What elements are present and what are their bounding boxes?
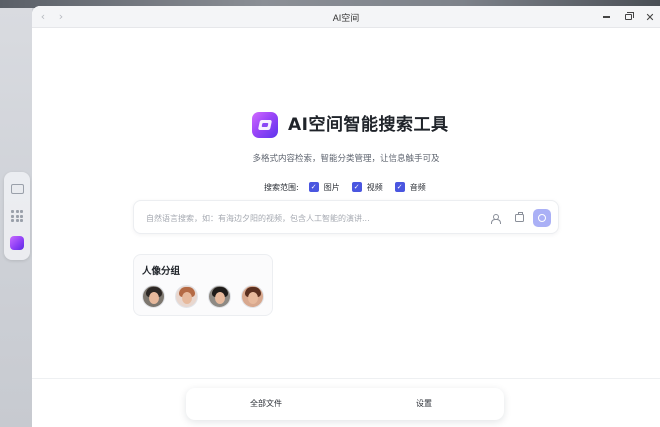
dock-item-launcher[interactable] — [9, 208, 25, 224]
titlebar: ‹ › AI空间 ✕ — [32, 6, 660, 28]
person-search-button[interactable] — [486, 209, 504, 227]
settings-button[interactable]: 设置 — [384, 388, 464, 420]
avatar[interactable] — [208, 285, 231, 308]
library-icon — [514, 212, 524, 222]
search-button[interactable] — [533, 209, 551, 227]
search-input[interactable] — [146, 209, 476, 227]
close-button[interactable]: ✕ — [642, 9, 658, 25]
app-logo — [252, 112, 278, 138]
dock-item-desktop[interactable] — [9, 181, 25, 197]
search-scope: 搜索范围: ✓ 图片 ✓ 视频 ✓ 音频 — [264, 180, 438, 194]
library-button[interactable] — [510, 209, 528, 227]
person-icon — [491, 213, 501, 224]
scope-option-label: 视频 — [366, 182, 383, 192]
scope-option-label: 音频 — [409, 182, 426, 192]
avatar[interactable] — [175, 285, 198, 308]
checkbox-checked-icon[interactable]: ✓ — [308, 182, 319, 192]
window-title: AI空间 — [332, 13, 360, 23]
minimize-icon — [602, 16, 610, 18]
bottom-nav: 全部文件 设置 — [186, 388, 504, 420]
avatar[interactable] — [142, 285, 165, 308]
restore-icon — [624, 12, 634, 20]
grid-icon — [11, 210, 23, 222]
ai-space-app-icon — [10, 236, 24, 250]
dock — [4, 172, 30, 260]
checkbox-checked-icon[interactable]: ✓ — [394, 182, 405, 192]
search-icon — [538, 214, 546, 222]
scope-option-image[interactable]: ✓ 图片 — [308, 182, 340, 193]
dock-item-ai-space[interactable] — [9, 235, 25, 251]
app-window: ‹ › AI空间 ✕ AI空间智能搜索工具 多格式内容检索，智能分类管理，让信息… — [32, 6, 660, 427]
avatar[interactable] — [241, 285, 264, 308]
scope-option-audio[interactable]: ✓ 音频 — [394, 182, 426, 193]
monitor-icon — [10, 184, 24, 194]
scope-option-video[interactable]: ✓ 视频 — [351, 182, 383, 193]
close-icon: ✕ — [645, 10, 655, 24]
checkbox-checked-icon[interactable]: ✓ — [351, 182, 362, 192]
logo-icon — [257, 120, 273, 130]
search-box — [133, 200, 559, 234]
minimize-button[interactable] — [598, 9, 614, 25]
person-group-title: 人像分组 — [142, 266, 181, 277]
search-scope-label: 搜索范围: — [264, 182, 299, 192]
scope-option-label: 图片 — [323, 182, 340, 192]
restore-button[interactable] — [620, 9, 636, 25]
page-title: AI空间智能搜索工具 — [288, 115, 449, 135]
all-files-button[interactable]: 全部文件 — [226, 388, 306, 420]
person-group-card[interactable]: 人像分组 — [133, 254, 273, 316]
page-subtitle: 多格式内容检索，智能分类管理，让信息触手可及 — [252, 154, 440, 164]
bottom-divider — [32, 378, 660, 379]
person-group-avatars — [142, 285, 274, 308]
